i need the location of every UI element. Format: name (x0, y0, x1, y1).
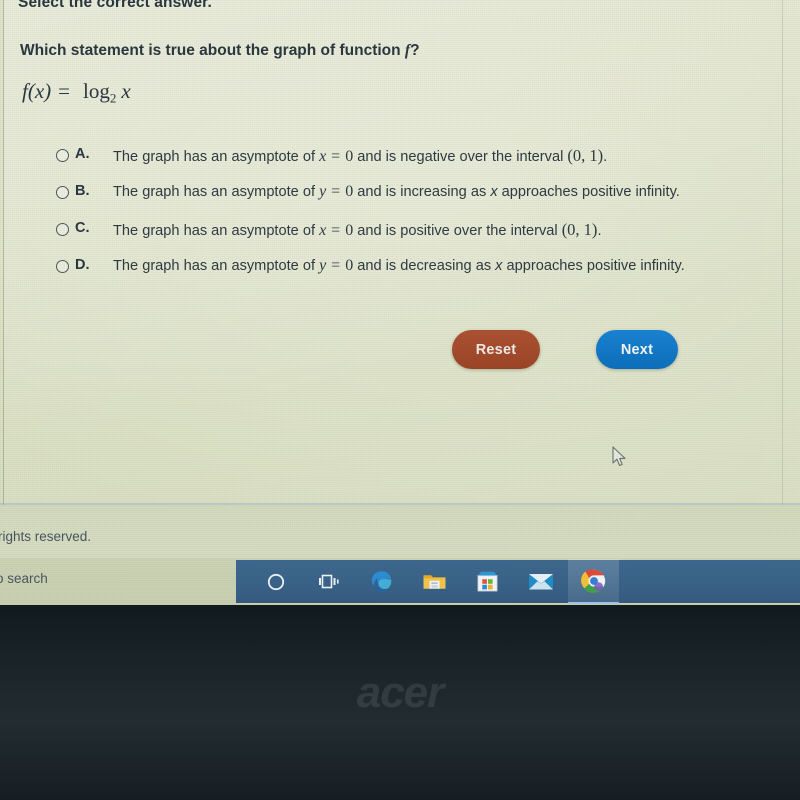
function-formula: f(x) = log2 x (22, 79, 131, 107)
option-d-tail: and is decreasing as (353, 258, 496, 274)
option-d-equals: = (331, 257, 341, 274)
answer-options-list: A. The graph has an asymptote of x = 0 and… (56, 146, 786, 294)
microsoft-store-icon (477, 571, 498, 592)
option-b-tail: and is increasing as (353, 184, 491, 200)
taskbar-item-task-view[interactable] (303, 560, 354, 603)
option-d-variable: y (319, 257, 327, 274)
mouse-cursor-icon (612, 446, 626, 467)
option-row-c[interactable]: C. The graph has an asymptote of x = 0 and… (56, 220, 786, 257)
radio-button-a[interactable] (56, 149, 69, 162)
footer-strip (0, 505, 800, 557)
radio-button-c[interactable] (56, 223, 69, 236)
taskbar-item-cortana[interactable] (250, 560, 301, 603)
option-b-lead: The graph has an asymptote of (113, 184, 320, 200)
formula-base: 2 (109, 90, 117, 106)
radio-button-b[interactable] (56, 186, 69, 199)
option-letter-b: B. (75, 183, 90, 199)
screenshot-root: Select the correct answer. Which stateme… (0, 0, 800, 800)
option-a-variable: x (319, 148, 327, 165)
task-view-icon (318, 574, 339, 588)
acer-brand-logo: acer (356, 668, 445, 717)
formula-lhs: f(x) (22, 79, 52, 103)
option-text-c: The graph has an asymptote of x = 0 and is… (113, 220, 602, 240)
taskbar-item-file-explorer[interactable] (409, 560, 460, 603)
radio-button-d[interactable] (56, 260, 69, 273)
option-d-lead: The graph has an asymptote of (113, 258, 320, 274)
option-d-value: 0 (345, 257, 354, 274)
file-explorer-icon (423, 575, 446, 589)
option-c-lead: The graph has an asymptote of (113, 223, 320, 239)
option-text-a: The graph has an asymptote of x = 0 and is… (113, 146, 607, 166)
option-row-d[interactable]: D. The graph has an asymptote of y = 0 and… (56, 257, 786, 294)
option-letter-d: D. (75, 257, 90, 273)
formula-argument: x (121, 79, 131, 103)
option-b-end: approaches positive infinity. (497, 184, 680, 200)
taskbar-item-mail[interactable] (515, 560, 566, 603)
quiz-content: Select the correct answer. Which stateme… (0, 0, 800, 505)
mail-icon (528, 574, 553, 590)
taskbar-item-chrome[interactable] (568, 559, 619, 604)
option-letter-c: C. (75, 220, 90, 236)
option-b-value: 0 (345, 183, 354, 200)
option-a-period: . (603, 149, 608, 165)
action-buttons: Reset Next (452, 330, 678, 369)
laptop-screen: Select the correct answer. Which stateme… (0, 0, 800, 605)
option-d-end: approaches positive infinity. (502, 258, 685, 274)
chrome-icon (580, 569, 605, 593)
reset-button[interactable]: Reset (452, 330, 540, 369)
taskbar-icon-strip (236, 559, 800, 604)
option-a-interval: (0, 1) (567, 146, 604, 165)
option-letter-a: A. (75, 146, 90, 162)
option-b-variable: y (319, 183, 327, 200)
option-a-equals: = (331, 148, 341, 165)
option-c-value: 0 (345, 222, 354, 239)
option-a-value: 0 (345, 148, 354, 165)
question-text: Which statement is true about the graph … (20, 42, 420, 60)
option-c-equals: = (331, 222, 341, 239)
option-row-b[interactable]: B. The graph has an asymptote of y = 0 and… (56, 183, 786, 220)
question-prefix: Which statement is true about the graph … (20, 42, 405, 59)
taskbar-item-microsoft-store[interactable] (462, 560, 513, 603)
edge-icon (371, 571, 392, 592)
option-b-trailing-variable: x (490, 184, 498, 200)
option-a-lead: The graph has an asymptote of (113, 149, 320, 165)
option-b-equals: = (331, 183, 341, 200)
formula-equals: = (58, 79, 70, 103)
option-c-period: . (597, 223, 602, 239)
taskbar-item-edge[interactable] (356, 560, 407, 603)
option-text-d: The graph has an asymptote of y = 0 and is… (113, 257, 685, 275)
question-suffix: ? (410, 42, 420, 59)
instruction-text: Select the correct answer. (18, 0, 212, 11)
option-c-tail: and is positive over the interval (353, 223, 562, 239)
option-text-b: The graph has an asymptote of y = 0 and is… (113, 183, 680, 201)
option-row-a[interactable]: A. The graph has an asymptote of x = 0 and… (56, 146, 786, 183)
formula-log-word: log (83, 79, 110, 103)
taskbar-search-box[interactable]: o search (0, 571, 48, 586)
option-c-variable: x (319, 222, 327, 239)
next-button[interactable]: Next (596, 330, 678, 369)
copyright-text: rights reserved. (0, 529, 92, 544)
option-a-tail: and is negative over the interval (353, 149, 568, 165)
cortana-icon (267, 573, 284, 590)
option-c-interval: (0, 1) (561, 220, 598, 239)
